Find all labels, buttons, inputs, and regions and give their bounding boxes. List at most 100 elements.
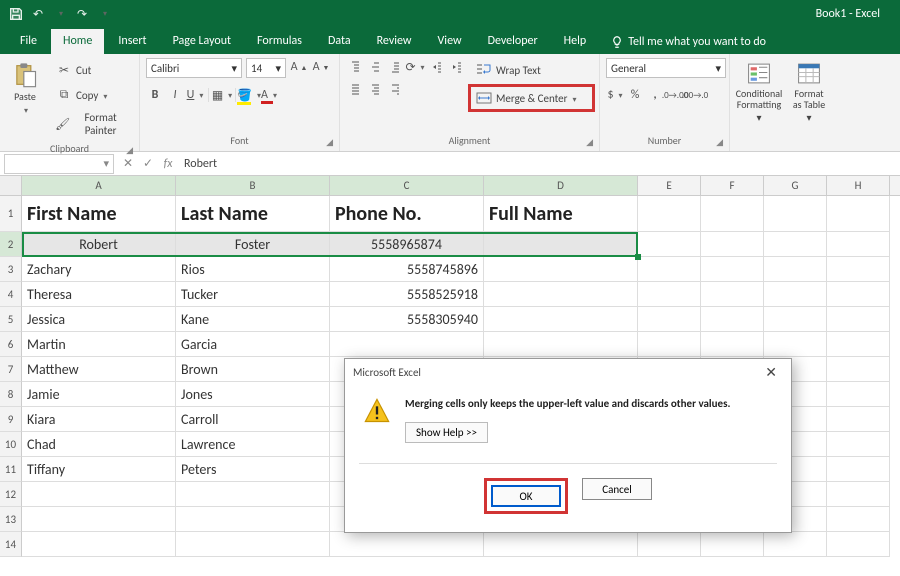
- paste-button[interactable]: Paste: [6, 58, 44, 126]
- cell[interactable]: [701, 332, 764, 357]
- decrease-font-button[interactable]: A▼: [312, 58, 330, 76]
- cell[interactable]: Matthew: [22, 357, 176, 382]
- cell[interactable]: [484, 532, 638, 557]
- cell[interactable]: [827, 232, 890, 257]
- cell[interactable]: Tucker: [176, 282, 330, 307]
- cell[interactable]: [484, 257, 638, 282]
- tab-formulas[interactable]: Formulas: [245, 29, 314, 54]
- cell[interactable]: [827, 407, 890, 432]
- align-center-button[interactable]: [366, 80, 384, 98]
- cell[interactable]: Phone No.: [330, 196, 484, 232]
- cell[interactable]: Martin: [22, 332, 176, 357]
- cell[interactable]: [484, 307, 638, 332]
- row-header[interactable]: 3: [0, 257, 22, 282]
- col-header-e[interactable]: E: [638, 176, 701, 195]
- cell[interactable]: Theresa: [22, 282, 176, 307]
- increase-font-button[interactable]: A▲: [290, 58, 308, 76]
- merge-dropdown-icon[interactable]: [571, 92, 577, 105]
- cell[interactable]: [701, 196, 764, 232]
- selection-handle[interactable]: [635, 254, 641, 260]
- clipboard-dialog-launcher[interactable]: ◢: [126, 145, 133, 156]
- row-header[interactable]: 10: [0, 432, 22, 457]
- cell[interactable]: [827, 507, 890, 532]
- cell[interactable]: [764, 532, 827, 557]
- cell[interactable]: [176, 482, 330, 507]
- cell[interactable]: [827, 457, 890, 482]
- cell[interactable]: [701, 282, 764, 307]
- col-header-d[interactable]: D: [484, 176, 638, 195]
- font-color-button[interactable]: A: [260, 86, 278, 104]
- undo-icon[interactable]: ↶: [30, 6, 46, 22]
- row-header[interactable]: 9: [0, 407, 22, 432]
- cell[interactable]: [638, 307, 701, 332]
- col-header-c[interactable]: C: [330, 176, 484, 195]
- cell[interactable]: [764, 196, 827, 232]
- tab-page-layout[interactable]: Page Layout: [161, 29, 243, 54]
- cell[interactable]: [827, 532, 890, 557]
- decrease-decimal-button[interactable]: .00→.0: [686, 86, 704, 104]
- conditional-formatting-button[interactable]: Conditional Formatting▾: [736, 58, 782, 126]
- format-as-table-button[interactable]: Format as Table▾: [786, 58, 832, 126]
- format-painter-button[interactable]: 🖌Format Painter: [50, 108, 133, 140]
- cell[interactable]: [701, 257, 764, 282]
- row-header[interactable]: 2: [0, 232, 22, 257]
- row-header[interactable]: 4: [0, 282, 22, 307]
- orientation-button[interactable]: ⟳: [406, 58, 424, 76]
- select-all-corner[interactable]: [0, 176, 22, 195]
- cell[interactable]: [484, 282, 638, 307]
- cell[interactable]: [701, 307, 764, 332]
- col-header-h[interactable]: H: [827, 176, 890, 195]
- tab-view[interactable]: View: [426, 29, 474, 54]
- cell[interactable]: [330, 332, 484, 357]
- cell[interactable]: Foster: [176, 232, 330, 257]
- cancel-button[interactable]: Cancel: [582, 478, 652, 500]
- increase-indent-button[interactable]: [448, 58, 466, 76]
- cell[interactable]: 5558965874: [330, 232, 484, 257]
- cell[interactable]: [827, 382, 890, 407]
- italic-button[interactable]: I: [166, 86, 184, 104]
- cell[interactable]: Peters: [176, 457, 330, 482]
- col-header-f[interactable]: F: [701, 176, 764, 195]
- cell[interactable]: Jessica: [22, 307, 176, 332]
- cell[interactable]: [701, 232, 764, 257]
- cell[interactable]: [764, 257, 827, 282]
- underline-button[interactable]: U: [186, 86, 204, 104]
- tab-home[interactable]: Home: [51, 29, 104, 54]
- cell[interactable]: Robert: [22, 232, 176, 257]
- enter-formula-icon[interactable]: ✓: [138, 156, 158, 171]
- cell[interactable]: [764, 307, 827, 332]
- cell[interactable]: [827, 196, 890, 232]
- percent-format-button[interactable]: %: [626, 86, 644, 104]
- fill-color-button[interactable]: 🪣: [240, 86, 258, 104]
- row-header[interactable]: 14: [0, 532, 22, 557]
- cell[interactable]: [638, 532, 701, 557]
- cell[interactable]: [764, 282, 827, 307]
- number-dialog-launcher[interactable]: ◢: [716, 137, 723, 148]
- align-left-button[interactable]: [346, 80, 364, 98]
- cell[interactable]: [827, 257, 890, 282]
- alignment-dialog-launcher[interactable]: ◢: [586, 137, 593, 148]
- cell[interactable]: Lawrence: [176, 432, 330, 457]
- cell[interactable]: 5558745896: [330, 257, 484, 282]
- cell[interactable]: Tiffany: [22, 457, 176, 482]
- align-bottom-button[interactable]: [386, 58, 404, 76]
- cell[interactable]: Jamie: [22, 382, 176, 407]
- accounting-format-button[interactable]: $: [606, 86, 624, 104]
- tab-file[interactable]: File: [8, 29, 49, 54]
- cell[interactable]: 5558525918: [330, 282, 484, 307]
- tab-data[interactable]: Data: [316, 29, 363, 54]
- decrease-indent-button[interactable]: [428, 58, 446, 76]
- bold-button[interactable]: B: [146, 86, 164, 104]
- cell[interactable]: [330, 532, 484, 557]
- cell[interactable]: [827, 357, 890, 382]
- cell[interactable]: [176, 532, 330, 557]
- cancel-formula-icon[interactable]: ✕: [118, 156, 138, 171]
- cell[interactable]: Garcia: [176, 332, 330, 357]
- cell[interactable]: [827, 307, 890, 332]
- formula-input[interactable]: Robert: [178, 157, 900, 171]
- cell[interactable]: [827, 482, 890, 507]
- align-right-button[interactable]: [386, 80, 404, 98]
- cell[interactable]: [638, 282, 701, 307]
- font-name-combo[interactable]: Calibri▾: [146, 58, 242, 78]
- ok-button[interactable]: OK: [491, 485, 561, 507]
